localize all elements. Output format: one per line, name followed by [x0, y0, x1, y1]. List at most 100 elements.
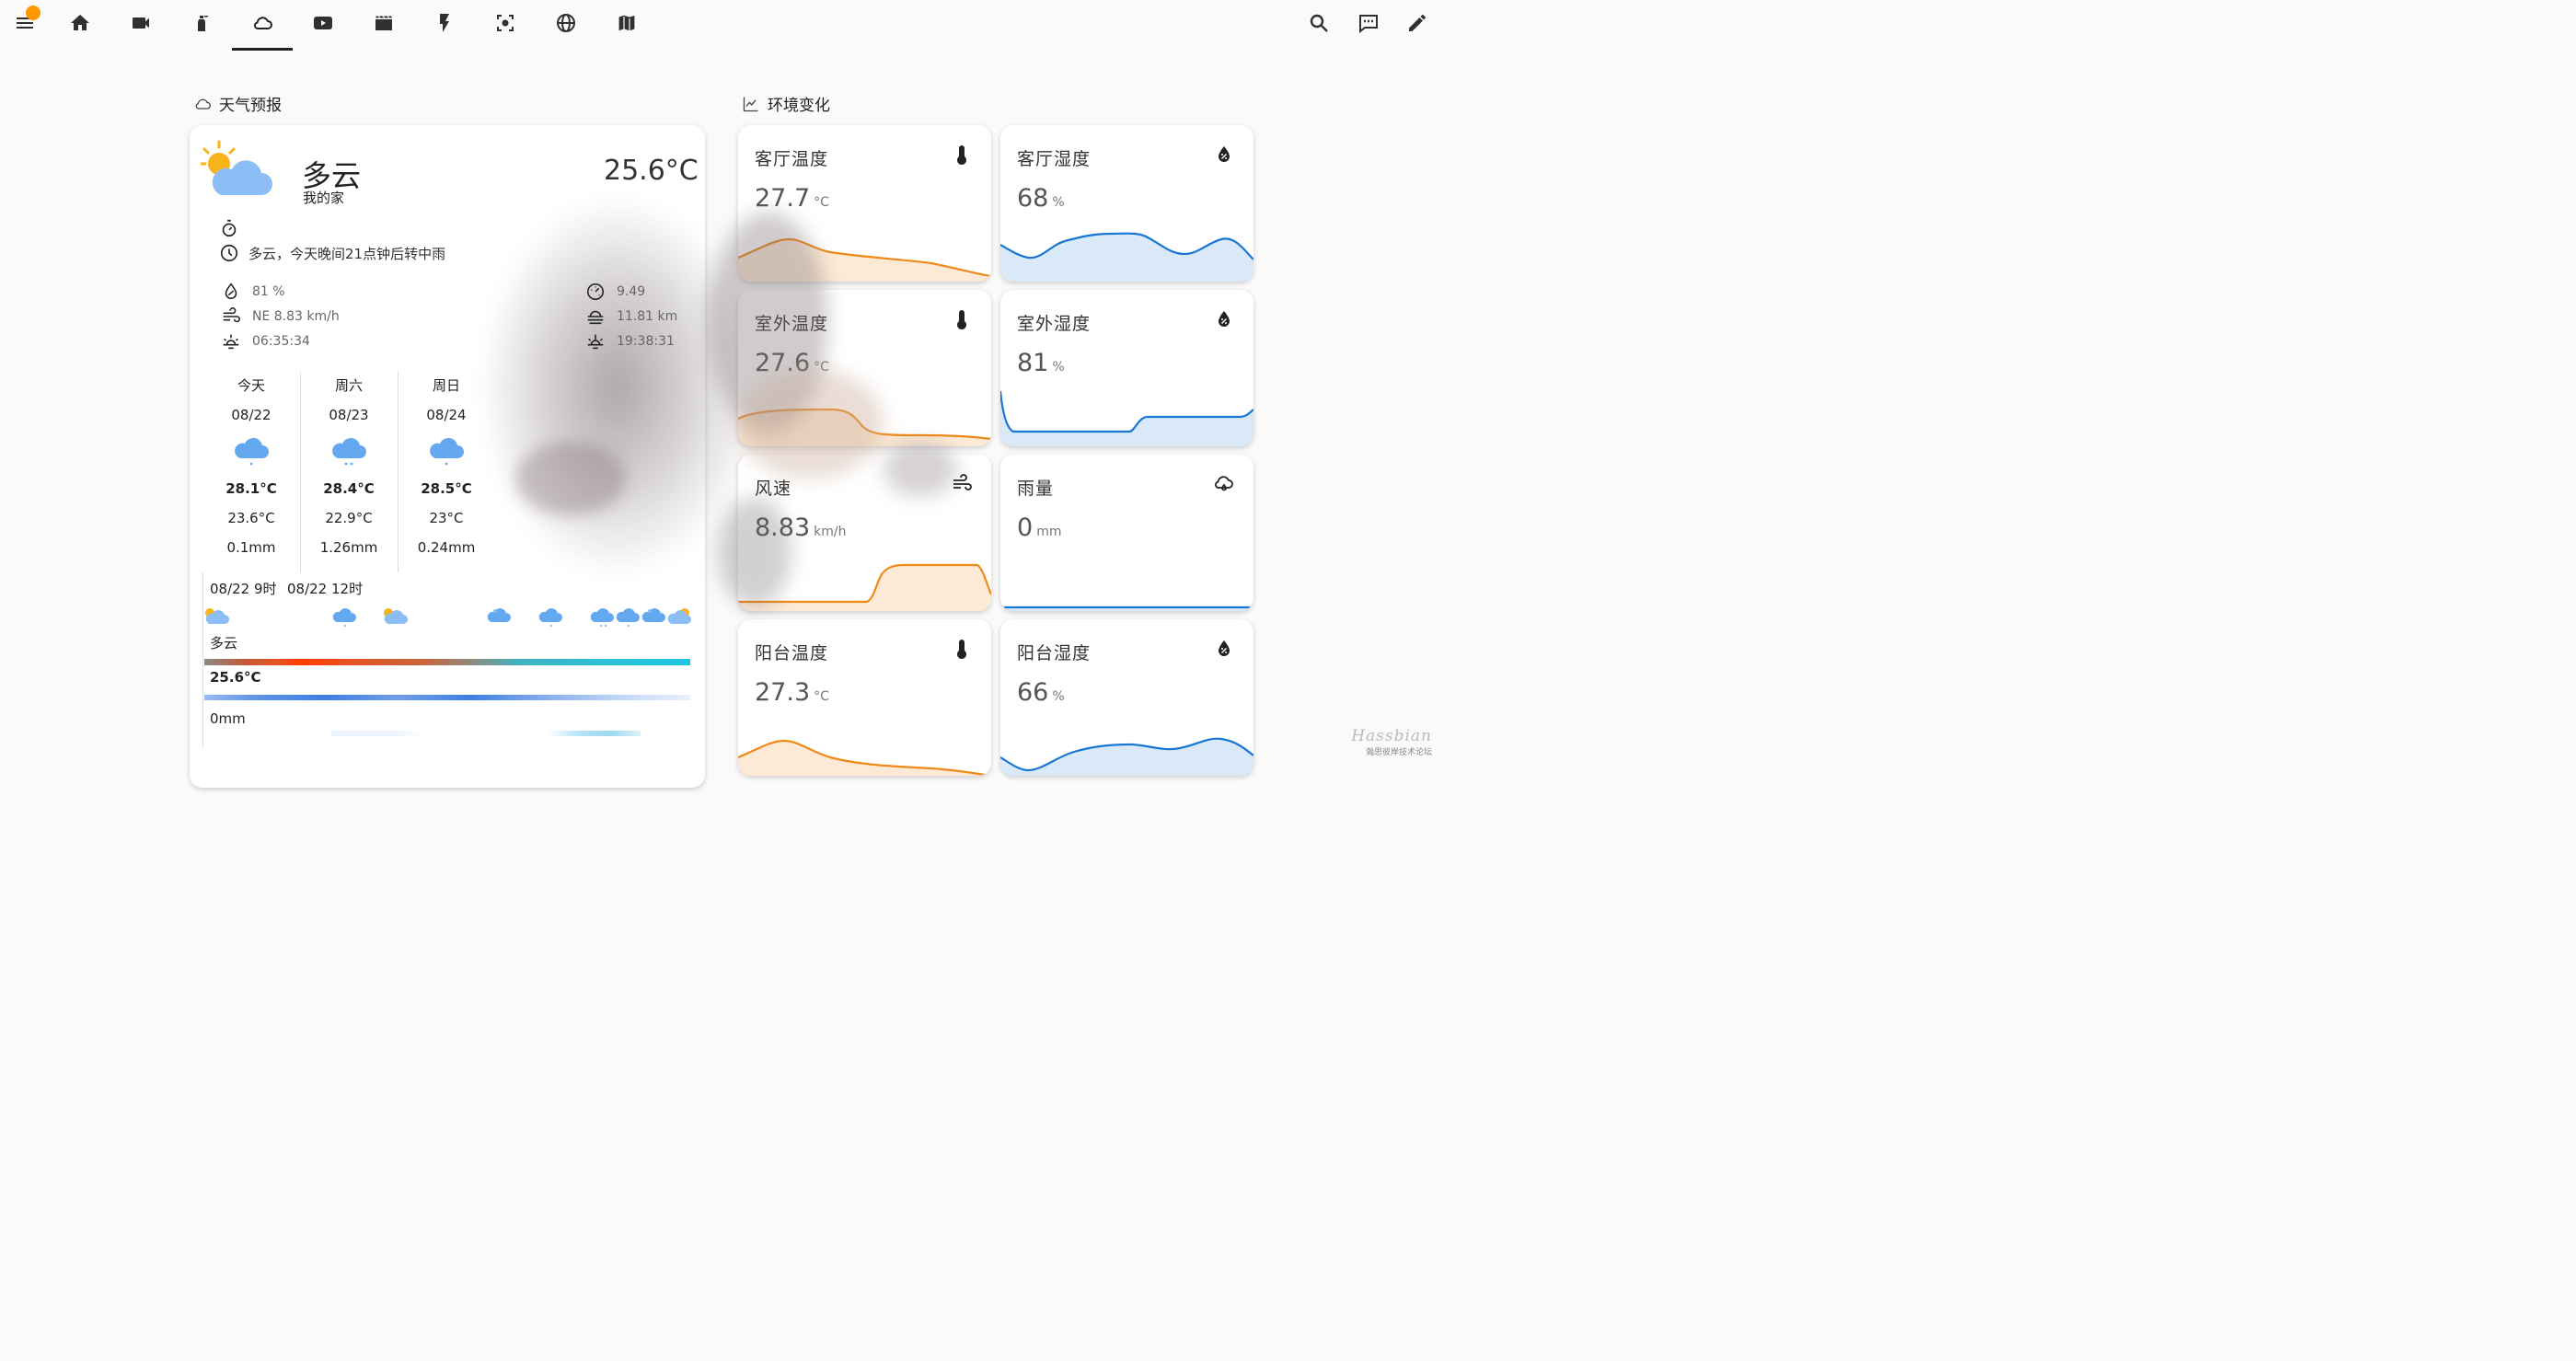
- sensor-value: 0: [1017, 513, 1034, 542]
- play-icon[interactable]: [307, 9, 339, 37]
- sensor-unit: mm: [1036, 525, 1062, 539]
- forecast-low: 23.6°C: [227, 510, 275, 526]
- chat-icon[interactable]: [1353, 9, 1384, 37]
- rain-cloud-icon: [1213, 473, 1235, 495]
- edit-icon[interactable]: [1402, 9, 1433, 37]
- weather-temperature: 25.6°C: [604, 155, 699, 187]
- sensor-value-row: 68%: [1017, 184, 1065, 213]
- focus-icon[interactable]: [490, 9, 521, 37]
- sunrise-row: 06:35:34: [221, 331, 310, 352]
- timer-row: [219, 218, 248, 238]
- top-toolbar: [0, 0, 1443, 52]
- env-section-header: 环境变化: [742, 92, 830, 115]
- humidity-row: 81 %: [221, 282, 285, 302]
- sensor-history-graph: [1000, 606, 1253, 611]
- forecast-precip: 0.1mm: [226, 539, 276, 556]
- sensor-card[interactable]: 雨量 0 mm: [1000, 455, 1253, 611]
- pressure-value: 9.49: [617, 284, 646, 299]
- active-tab-indicator: [232, 48, 293, 51]
- sensor-unit: °C: [814, 689, 829, 704]
- clapper-icon[interactable]: [368, 9, 399, 37]
- sensor-unit: km/h: [814, 525, 847, 539]
- forecast-low: 22.9°C: [325, 510, 373, 526]
- spray-icon[interactable]: [186, 9, 217, 37]
- sensor-name: 雨量: [1017, 479, 1055, 499]
- sensor-unit: %: [1052, 689, 1065, 704]
- forecast-day-name: 今天: [237, 377, 265, 394]
- water-percent-icon: [1213, 144, 1235, 166]
- wind-value: NE 8.83 km/h: [252, 309, 340, 324]
- flash-icon[interactable]: [429, 9, 460, 37]
- thermometer-icon: [951, 308, 973, 330]
- partly-cloudy-icon: [384, 608, 408, 624]
- clock-icon: [220, 244, 238, 262]
- camera-icon[interactable]: [125, 9, 156, 37]
- watermark-sub: 瀚思彼岸技术论坛: [1365, 748, 1432, 757]
- sensor-value: 81: [1017, 349, 1049, 377]
- sensor-history-graph: [738, 739, 991, 776]
- cloud-rain-icon: [332, 608, 356, 627]
- forecast-date: 08/22: [231, 407, 271, 423]
- sensor-card[interactable]: 阳台温度 27.3 °C: [738, 619, 991, 776]
- wind-icon: [951, 473, 973, 495]
- forecast-day-2: 周日 08/24 28.5°C 23°C 0.24mm: [398, 372, 495, 556]
- home-icon[interactable]: [64, 9, 96, 37]
- sensor-value-row: 8.83 km/h: [755, 513, 846, 542]
- water-percent-icon: [1213, 308, 1235, 330]
- sunrise-icon: [223, 334, 239, 350]
- timer-icon: [222, 219, 237, 237]
- wind-icon: [223, 307, 240, 323]
- hourly-rain-bar: [204, 695, 690, 700]
- globe-icon[interactable]: [550, 9, 582, 37]
- cloud-rain-icon: [487, 608, 511, 622]
- partly-cloudy-icon: [667, 608, 691, 624]
- sensor-card[interactable]: 客厅湿度 68%: [1000, 125, 1253, 282]
- watermark-brand: Hassbian: [1351, 727, 1432, 745]
- sensor-name: 阳台湿度: [1017, 643, 1092, 663]
- fog-icon: [587, 310, 604, 325]
- sensor-card[interactable]: 阳台湿度 66%: [1000, 619, 1253, 776]
- forecast-precip: 0.24mm: [417, 539, 476, 556]
- thermometer-icon: [951, 144, 973, 166]
- hourly-axis: [202, 572, 203, 747]
- sensor-card[interactable]: 室外温度 27.6 °C: [738, 290, 991, 446]
- forecast-day-name: 周六: [334, 377, 363, 394]
- forecast-high: 28.5°C: [421, 480, 472, 497]
- forecast-day-1: 周六 08/23 28.4°C 22.9°C 1.26mm: [300, 372, 398, 556]
- sensor-value-row: 27.3 °C: [755, 678, 829, 707]
- sensor-name: 室外温度: [755, 314, 829, 334]
- forecast-high: 28.1°C: [225, 480, 277, 497]
- partly-cloudy-icon: [205, 608, 229, 624]
- thermometer-icon: [951, 638, 973, 660]
- sensor-history-graph: [738, 563, 991, 611]
- sensor-value-row: 66%: [1017, 678, 1065, 707]
- hourly-temperature: 25.6°C: [210, 669, 261, 686]
- cloud-icon[interactable]: [247, 9, 278, 37]
- sensor-unit: %: [1052, 195, 1065, 210]
- search-icon[interactable]: [1303, 9, 1334, 37]
- pressure-row: 9.49: [585, 282, 645, 302]
- sensor-value-row: 0 mm: [1017, 513, 1061, 542]
- sensor-card[interactable]: 风速 8.83 km/h: [738, 455, 991, 611]
- sunset-value: 19:38:31: [617, 334, 675, 349]
- forecast-text: 多云，今天晚间21点钟后转中雨: [248, 245, 446, 262]
- map-icon[interactable]: [611, 9, 642, 37]
- gauge-icon: [586, 283, 605, 301]
- rain-cloud-icon: [332, 437, 366, 466]
- water-percent-icon: [1213, 638, 1235, 660]
- visibility-value: 11.81 km: [617, 309, 678, 324]
- water-percent-icon: [225, 283, 237, 300]
- sensor-name: 风速: [755, 479, 792, 499]
- forecast-precip: 1.26mm: [319, 539, 378, 556]
- sensor-name: 室外湿度: [1017, 314, 1092, 334]
- sensor-unit: %: [1052, 360, 1065, 375]
- sensor-card[interactable]: 室外湿度 81%: [1000, 290, 1253, 446]
- sunrise-value: 06:35:34: [252, 334, 310, 349]
- rain-cloud-icon: [430, 437, 464, 466]
- forecast-text-row: 多云，今天晚间21点钟后转中雨: [219, 243, 445, 263]
- sensor-value: 66: [1017, 678, 1049, 707]
- sensor-card[interactable]: 客厅温度 27.7 °C: [738, 125, 991, 282]
- watermark: Hassbian 瀚思彼岸技术论坛: [1351, 727, 1432, 757]
- sunset-icon: [587, 334, 604, 350]
- humidity-value: 81 %: [252, 284, 285, 299]
